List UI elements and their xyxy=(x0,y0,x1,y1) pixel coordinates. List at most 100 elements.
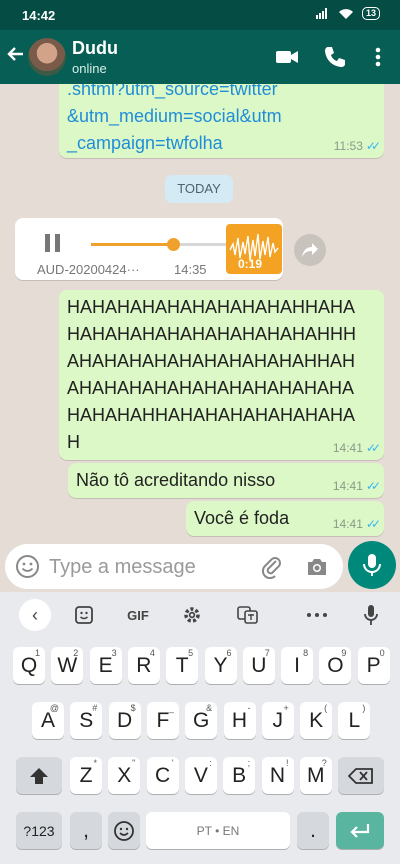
message-input[interactable] xyxy=(49,554,249,580)
message-composer xyxy=(0,540,400,592)
key-z[interactable]: Z * xyxy=(70,757,102,794)
contact-name[interactable]: Dudu xyxy=(72,38,118,59)
message-time: 14:41 xyxy=(332,479,363,493)
key-l[interactable]: L) xyxy=(338,702,371,739)
key-k[interactable]: K( xyxy=(300,702,333,739)
voice-input-icon[interactable] xyxy=(357,602,385,628)
read-ticks-icon: ✓✓ xyxy=(365,479,381,493)
key-hint: ? xyxy=(321,758,327,768)
audio-seek-handle[interactable] xyxy=(166,238,180,251)
key-label: I xyxy=(294,653,301,677)
audio-seek-bar[interactable] xyxy=(91,238,227,251)
key-t[interactable]: T5 xyxy=(166,647,199,684)
emoji-key[interactable] xyxy=(108,812,140,849)
back-arrow-icon[interactable] xyxy=(6,44,28,68)
message-input-box[interactable] xyxy=(5,544,343,589)
key-hint: # xyxy=(92,703,98,713)
text-message-bubble[interactable]: Não tô acreditando nisso 14:41 ✓✓ xyxy=(68,463,384,498)
more-options-icon[interactable] xyxy=(365,44,391,70)
key-hint: ; xyxy=(247,758,251,768)
key-j[interactable]: J + xyxy=(261,702,294,739)
link-text-line[interactable]: _campaign=twfolha xyxy=(67,130,282,157)
audio-file-name: AUD-20200424··· xyxy=(37,262,140,277)
emoji-icon[interactable] xyxy=(15,554,40,579)
link-message-bubble[interactable]: .shtml?utm_source=twitter &utm_medium=so… xyxy=(59,84,384,158)
period-key[interactable]: . xyxy=(297,812,329,849)
key-hint: 2 xyxy=(73,648,79,658)
key-g[interactable]: G & xyxy=(185,702,218,739)
key-label: E xyxy=(98,653,113,677)
audio-duration: 0:19 xyxy=(238,257,263,271)
symbols-key[interactable]: ?123 xyxy=(16,812,62,849)
message-text: Você é foda xyxy=(194,508,290,528)
settings-gear-icon[interactable] xyxy=(178,602,206,628)
message-meta: 11:53 ✓✓ xyxy=(333,139,381,153)
translate-icon[interactable] xyxy=(234,602,262,628)
message-meta: 14:41 ✓✓ xyxy=(332,479,381,493)
link-text-line[interactable]: &utm_medium=social&utm xyxy=(67,103,282,130)
key-hint: ' xyxy=(171,758,174,768)
microphone-button[interactable] xyxy=(348,541,396,589)
key-x[interactable]: X " xyxy=(108,757,141,794)
key-hint: & xyxy=(206,703,213,713)
message-time: 14:41 xyxy=(332,441,363,455)
key-hint: : xyxy=(209,758,212,768)
keyboard: ‹ GIF Q1W2E3R4T5Y6U7I8O9P0 A @ S # D $ F _ G & H - J… xyxy=(0,592,400,864)
forward-button[interactable] xyxy=(294,234,326,266)
key-b[interactable]: B; xyxy=(223,757,256,794)
key-s[interactable]: S # xyxy=(70,702,103,739)
sticker-icon[interactable] xyxy=(70,602,98,628)
message-time: 11:53 xyxy=(333,139,363,153)
key-h[interactable]: H- xyxy=(223,702,256,739)
key-hint: @ xyxy=(49,703,59,713)
key-hint: 4 xyxy=(149,648,155,658)
pause-button[interactable] xyxy=(41,232,63,254)
voice-call-icon[interactable] xyxy=(322,44,348,70)
key-hint: $ xyxy=(130,703,136,713)
key-n[interactable]: N! xyxy=(261,757,294,794)
key-hint: 5 xyxy=(188,648,194,658)
keyboard-toolbar: ‹ GIF xyxy=(0,592,400,638)
key-f[interactable]: F _ xyxy=(146,702,179,739)
read-ticks-icon: ✓✓ xyxy=(365,139,381,153)
enter-key[interactable] xyxy=(336,812,384,849)
key-q[interactable]: Q1 xyxy=(13,647,45,684)
backspace-key[interactable] xyxy=(338,757,384,794)
video-call-icon[interactable] xyxy=(274,44,300,70)
key-d[interactable]: D $ xyxy=(108,702,141,739)
key-hint: ) xyxy=(362,703,366,713)
key-e[interactable]: E3 xyxy=(89,647,122,684)
link-text-line[interactable]: .shtml?utm_source=twitter xyxy=(67,84,282,103)
camera-icon[interactable] xyxy=(305,555,329,579)
key-w[interactable]: W2 xyxy=(51,647,84,684)
key-p[interactable]: P0 xyxy=(357,647,390,684)
key-v[interactable]: V: xyxy=(184,757,217,794)
key-label: X xyxy=(117,763,132,787)
attach-icon[interactable] xyxy=(260,555,284,580)
key-y[interactable]: Y6 xyxy=(204,647,237,684)
key-c[interactable]: C ' xyxy=(146,757,179,794)
more-icon[interactable] xyxy=(303,602,331,628)
microphone-icon xyxy=(363,554,381,576)
keyboard-back-icon[interactable]: ‹ xyxy=(19,599,51,631)
key-hint: " xyxy=(132,758,136,768)
avatar[interactable] xyxy=(28,38,66,76)
audio-progress-fill xyxy=(91,243,173,246)
key-i[interactable]: I8 xyxy=(281,647,314,684)
key-m[interactable]: M? xyxy=(299,757,332,794)
laugh-message-bubble[interactable]: HAHAHAHAHAHAHAHAHAHHAHA HAHAHAHAHAHAHAHA… xyxy=(59,290,384,460)
comma-key[interactable]: , xyxy=(70,812,102,849)
key-hint: 3 xyxy=(111,648,117,658)
message-meta: 14:41 ✓✓ xyxy=(332,441,381,455)
key-hint: ! xyxy=(285,758,289,768)
audio-message-bubble[interactable]: AUD-20200424··· 14:35 0:19 xyxy=(15,218,283,280)
key-u[interactable]: U7 xyxy=(242,647,275,684)
text-message-bubble[interactable]: Você é foda 14:41 ✓✓ xyxy=(186,501,384,536)
space-key[interactable]: PT • EN xyxy=(146,812,290,849)
chat-messages[interactable]: .shtml?utm_source=twitter &utm_medium=so… xyxy=(0,84,400,540)
key-r[interactable]: R4 xyxy=(127,647,160,684)
shift-key[interactable] xyxy=(16,757,62,794)
key-o[interactable]: O9 xyxy=(319,647,352,684)
key-a[interactable]: A @ xyxy=(32,702,64,739)
gif-button[interactable]: GIF xyxy=(124,602,152,628)
